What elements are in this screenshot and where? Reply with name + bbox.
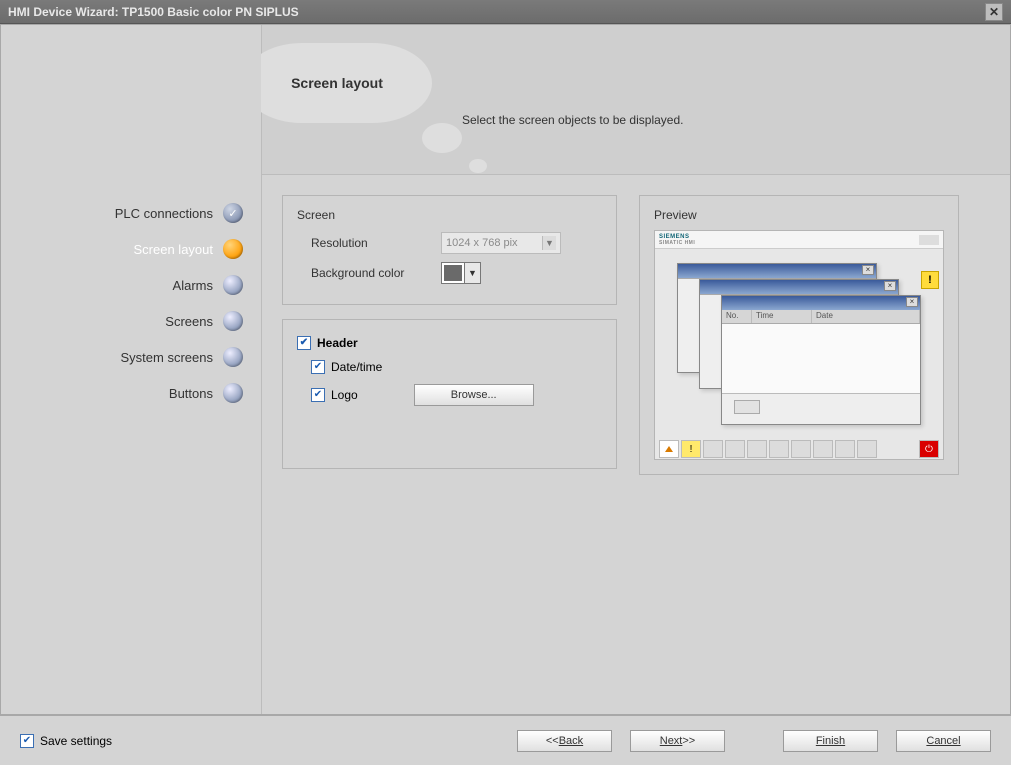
resolution-label: Resolution <box>311 236 441 250</box>
finish-label: Finish <box>816 735 845 747</box>
chevron-down-icon: ▼ <box>542 236 556 250</box>
resolution-select: 1024 x 768 pix ▼ <box>441 232 561 254</box>
footer-slot <box>747 440 767 458</box>
save-settings-row: ✔ Save settings <box>20 734 112 748</box>
preview-footer: ! ⏻ <box>655 439 943 459</box>
window-title: HMI Device Wizard: TP1500 Basic color PN… <box>8 5 299 19</box>
step-label: Alarms <box>173 278 213 293</box>
step-buttons[interactable]: Buttons <box>1 375 261 411</box>
step-label: System screens <box>121 350 213 365</box>
subbrand-label: SIMATIC HMI <box>659 240 695 246</box>
close-icon: × <box>906 297 918 307</box>
power-icon: ⏻ <box>919 440 939 458</box>
step-screen-layout[interactable]: Screen layout <box>1 231 261 267</box>
wizard-window: HMI Device Wizard: TP1500 Basic color PN… <box>0 0 1011 765</box>
footer-slot <box>791 440 811 458</box>
preview-header-slot <box>919 235 939 245</box>
browse-label: Browse... <box>451 389 497 401</box>
cancel-button[interactable]: Cancel <box>896 730 991 752</box>
background-color-picker[interactable]: ▼ <box>441 262 481 284</box>
dot-icon <box>223 383 243 403</box>
step-screens[interactable]: Screens <box>1 303 261 339</box>
logo-checkbox-row: ✔ Logo Browse... <box>311 384 602 406</box>
step-label: Screens <box>165 314 213 329</box>
back-button[interactable]: << Back <box>517 730 612 752</box>
header-group-title: Header <box>317 336 358 350</box>
back-label: Back <box>559 735 583 747</box>
preview-table-header: No. Time Date <box>722 310 920 324</box>
col-no: No. <box>722 310 752 323</box>
save-settings-label: Save settings <box>40 734 112 748</box>
step-label: PLC connections <box>115 206 213 221</box>
step-system-screens[interactable]: System screens <box>1 339 261 375</box>
background-label: Background color <box>311 266 441 280</box>
step-label: Screen layout <box>134 242 214 257</box>
preview-table-body <box>722 324 920 394</box>
home-icon <box>659 440 679 458</box>
chevron-down-icon: ▼ <box>464 263 480 283</box>
preview-frame: SIEMENS SIMATIC HMI ! × × <box>654 230 944 460</box>
step-label: Buttons <box>169 386 213 401</box>
datetime-label: Date/time <box>331 360 382 374</box>
datetime-checkbox[interactable]: ✔ <box>311 360 325 374</box>
logo-checkbox[interactable]: ✔ <box>311 388 325 402</box>
wizard-body: Screen layout Select the screen objects … <box>0 24 1011 715</box>
dot-icon <box>223 275 243 295</box>
bubble-title: Screen layout <box>291 75 383 91</box>
dot-icon <box>223 311 243 331</box>
wizard-footer: ✔ Save settings << Back Next >> Finish C… <box>0 715 1011 765</box>
preview-body: ! × × × No. Time <box>655 249 943 439</box>
titlebar: HMI Device Wizard: TP1500 Basic color PN… <box>0 0 1011 24</box>
screen-group-title: Screen <box>297 208 602 222</box>
close-icon[interactable]: ✕ <box>985 3 1003 21</box>
speech-bubble: Screen layout <box>242 43 432 123</box>
next-button[interactable]: Next >> <box>630 730 725 752</box>
step-plc-connections[interactable]: PLC connections ✓ <box>1 195 261 231</box>
header-checkbox[interactable]: ✔ <box>297 336 311 350</box>
preview-window-3: × No. Time Date <box>721 295 921 425</box>
close-icon: × <box>862 265 874 275</box>
wizard-steps: PLC connections ✓ Screen layout Alarms S… <box>1 25 261 714</box>
screen-group: Screen Resolution 1024 x 768 pix ▼ Backg… <box>282 195 617 305</box>
logo-label: Logo <box>331 388 358 402</box>
col-date: Date <box>812 310 920 323</box>
cancel-label: Cancel <box>926 735 960 747</box>
preview-title: Preview <box>654 208 944 222</box>
col-time: Time <box>752 310 812 323</box>
header-group: ✔ Header ✔ Date/time ✔ Logo <box>282 319 617 469</box>
resolution-row: Resolution 1024 x 768 pix ▼ <box>311 232 602 254</box>
footer-slot <box>857 440 877 458</box>
dot-icon <box>223 239 243 259</box>
footer-slot <box>703 440 723 458</box>
resolution-value: 1024 x 768 pix <box>446 237 518 249</box>
footer-slot <box>725 440 745 458</box>
background-row: Background color ▼ <box>311 262 602 284</box>
check-icon: ✓ <box>223 203 243 223</box>
close-icon: × <box>884 281 896 291</box>
preview-topbar: SIEMENS SIMATIC HMI <box>655 231 943 249</box>
wizard-header: Screen layout Select the screen objects … <box>261 25 1010 175</box>
step-alarms[interactable]: Alarms <box>1 267 261 303</box>
browse-button[interactable]: Browse... <box>414 384 534 406</box>
header-description: Select the screen objects to be displaye… <box>462 113 683 127</box>
preview-group: Preview SIEMENS SIMATIC HMI ! <box>639 195 959 475</box>
save-settings-checkbox[interactable]: ✔ <box>20 734 34 748</box>
footer-slot <box>835 440 855 458</box>
footer-slot <box>813 440 833 458</box>
dot-icon <box>223 347 243 367</box>
wizard-content: Screen Resolution 1024 x 768 pix ▼ Backg… <box>261 175 1010 714</box>
color-swatch <box>442 263 464 283</box>
header-checkbox-row: ✔ Header <box>297 336 602 350</box>
preview-table-button <box>734 400 760 414</box>
warning-icon: ! <box>921 271 939 289</box>
next-label: Next <box>660 735 683 747</box>
datetime-checkbox-row: ✔ Date/time <box>311 360 602 374</box>
finish-button[interactable]: Finish <box>783 730 878 752</box>
footer-slot <box>769 440 789 458</box>
warning-icon: ! <box>681 440 701 458</box>
